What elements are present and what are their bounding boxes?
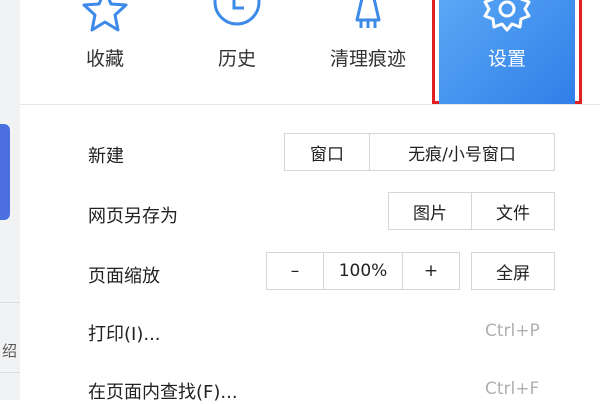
clock-icon — [212, 0, 262, 40]
save-as-image-button[interactable]: 图片 — [388, 192, 472, 230]
background-separator — [0, 372, 20, 373]
print-shortcut: Ctrl+P — [485, 321, 540, 341]
favorites-label: 收藏 — [85, 48, 124, 70]
background-separator — [0, 302, 20, 303]
find-shortcut: Ctrl+F — [485, 379, 540, 399]
fullscreen-button[interactable]: 全屏 — [471, 252, 555, 290]
page-zoom-label: 页面缩放 — [88, 266, 160, 287]
star-icon — [80, 0, 130, 40]
broom-icon — [343, 0, 393, 40]
settings-highlight-box: 设置 — [432, 0, 582, 104]
settings-label: 设置 — [487, 48, 526, 70]
favorites-button[interactable]: 收藏 — [55, 0, 155, 104]
zoom-level-display: 100% — [323, 252, 403, 290]
save-as-file-button[interactable]: 文件 — [471, 192, 555, 230]
save-page-as-label: 网页另存为 — [88, 206, 178, 227]
new-label: 新建 — [88, 146, 124, 167]
browser-menu: 收藏 历史 清理痕迹 设置 新建 窗口 无痕/小号窗口 网页另存为 图片 文件 … — [20, 0, 600, 403]
background-text-fragment: 绍 — [2, 342, 18, 360]
gear-icon — [480, 0, 534, 44]
new-incognito-window-button[interactable]: 无痕/小号窗口 — [369, 133, 555, 171]
new-window-button[interactable]: 窗口 — [284, 133, 370, 171]
background-page: 绍 — [0, 0, 21, 400]
history-button[interactable]: 历史 — [187, 0, 287, 104]
clear-traces-label: 清理痕迹 — [329, 48, 406, 70]
settings-button[interactable]: 设置 — [439, 0, 575, 104]
zoom-out-button[interactable]: – — [266, 252, 324, 290]
find-in-page-label: 在页面内查找(F)... — [88, 382, 238, 403]
menu-top-row: 收藏 历史 清理痕迹 设置 — [20, 0, 600, 104]
history-label: 历史 — [217, 48, 256, 70]
print-label: 打印(I)... — [88, 324, 161, 345]
clear-traces-button[interactable]: 清理痕迹 — [308, 0, 428, 104]
background-blue-block — [0, 124, 10, 220]
menu-divider — [20, 104, 600, 105]
zoom-in-button[interactable]: + — [402, 252, 460, 290]
